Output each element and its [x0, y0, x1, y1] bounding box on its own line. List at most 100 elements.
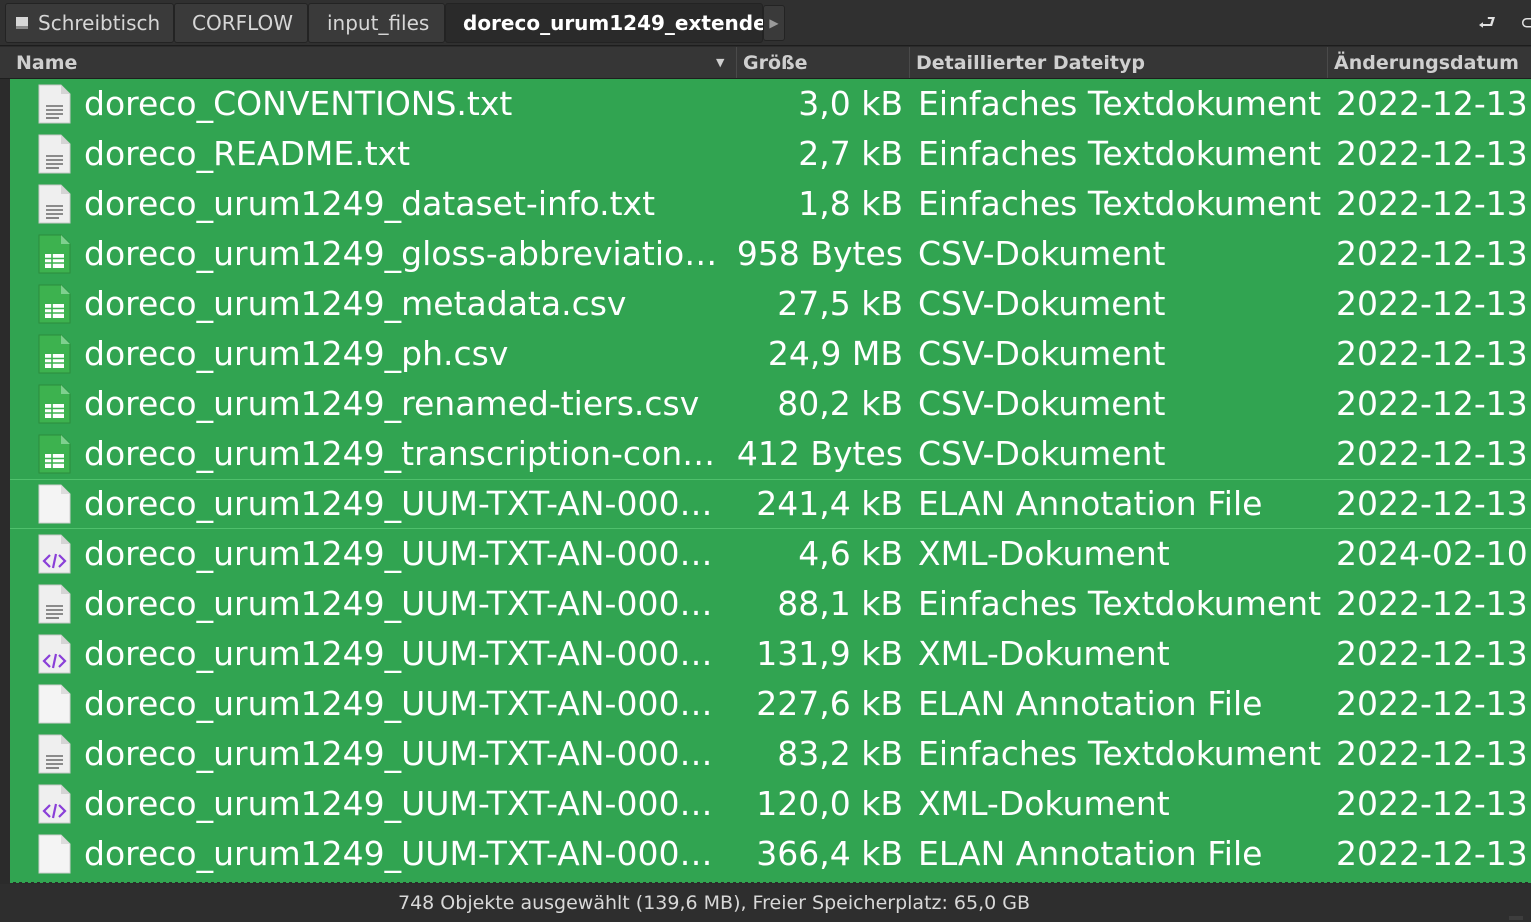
blank-file-icon	[38, 684, 71, 724]
file-type: CSV-Dokument	[918, 234, 1166, 273]
breadcrumb-schreibtisch[interactable]: Schreibtisch	[5, 3, 174, 43]
file-name: doreco_urum1249_UUM-TXT-AN-000…	[84, 684, 713, 723]
text-file-icon	[38, 184, 71, 224]
text-file-icon	[38, 84, 71, 124]
file-size: 412 Bytes	[736, 434, 903, 473]
file-type: CSV-Dokument	[918, 434, 1166, 473]
sort-descending-icon: ▼	[716, 56, 725, 69]
file-name: doreco_urum1249_ph.csv	[84, 334, 509, 373]
file-date: 2024-02-10	[1336, 534, 1528, 573]
file-date: 2022-12-13	[1336, 784, 1528, 823]
text-file-icon	[38, 584, 71, 624]
file-row[interactable]: doreco_urum1249_gloss-abbreviatio… 958 By…	[10, 229, 1531, 279]
file-type: CSV-Dokument	[918, 334, 1166, 373]
file-size: 2,7 kB	[798, 134, 903, 173]
breadcrumb-input-files[interactable]: input_files	[308, 3, 445, 43]
file-name: doreco_README.txt	[84, 134, 411, 173]
file-date: 2022-12-13	[1336, 584, 1528, 623]
file-size: 120,0 kB	[756, 784, 903, 823]
file-row[interactable]: doreco_urum1249_UUM-TXT-AN-000… 83,2 kB Ei…	[10, 729, 1531, 779]
column-header-type[interactable]: Detaillierter Dateityp	[910, 47, 1328, 78]
file-name: doreco_urum1249_UUM-TXT-AN-000…	[84, 784, 713, 823]
file-type: Einfaches Textdokument	[918, 134, 1322, 173]
file-name: doreco_urum1249_metadata.csv	[84, 284, 627, 323]
file-date: 2022-12-13	[1336, 434, 1528, 473]
file-name: doreco_urum1249_renamed-tiers.csv	[84, 384, 700, 423]
file-list[interactable]: doreco_CONVENTIONS.txt 3,0 kB Einfaches Te…	[10, 79, 1531, 882]
file-row[interactable]: doreco_README.txt 2,7 kB Einfaches Textdok…	[10, 129, 1531, 179]
csv-file-icon	[38, 384, 71, 424]
column-header-date[interactable]: Änderungsdatum	[1328, 47, 1531, 78]
blank-file-icon	[38, 484, 71, 524]
blank-file-icon	[38, 834, 71, 874]
file-row[interactable]: doreco_urum1249_UUM-TXT-AN-000… 120,0 kB X…	[10, 779, 1531, 829]
file-date: 2022-12-13	[1336, 484, 1528, 523]
csv-file-icon	[38, 234, 71, 274]
file-date: 2022-12-13	[1336, 684, 1528, 723]
file-date: 2022-12-13	[1336, 84, 1528, 123]
csv-file-icon	[38, 434, 71, 474]
file-date: 2022-12-13	[1336, 734, 1528, 773]
file-date: 2022-12-13	[1336, 134, 1528, 173]
file-name: doreco_urum1249_UUM-TXT-AN-000…	[84, 584, 713, 623]
file-type: Einfaches Textdokument	[918, 184, 1322, 223]
file-name: doreco_urum1249_UUM-TXT-AN-000…	[84, 734, 713, 773]
file-type: XML-Dokument	[918, 784, 1170, 823]
file-name: doreco_CONVENTIONS.txt	[84, 84, 513, 123]
file-date: 2022-12-13	[1336, 284, 1528, 323]
file-type: CSV-Dokument	[918, 284, 1166, 323]
redo-arrow-icon[interactable]: ⮐	[1478, 10, 1496, 34]
toolbar-overflow-icon[interactable]: ⊂	[1520, 10, 1531, 34]
breadcrumb-label: CORFLOW	[192, 11, 294, 35]
file-row[interactable]: doreco_urum1249_transcription-con… 412 By…	[10, 429, 1531, 479]
csv-file-icon	[38, 334, 71, 374]
file-name: doreco_urum1249_UUM-TXT-AN-000…	[84, 834, 713, 873]
chevron-right-icon[interactable]: ▶	[763, 5, 785, 41]
file-type: CSV-Dokument	[918, 384, 1166, 423]
file-type: ELAN Annotation File	[918, 484, 1263, 523]
column-header-size[interactable]: Größe	[737, 47, 910, 78]
file-row[interactable]: doreco_urum1249_UUM-TXT-AN-000… 4,6 kB XML…	[10, 529, 1531, 579]
column-header-name[interactable]: Name	[10, 47, 737, 78]
file-type: Einfaches Textdokument	[918, 84, 1322, 123]
file-size: 83,2 kB	[777, 734, 903, 773]
file-type: ELAN Annotation File	[918, 684, 1263, 723]
file-date: 2022-12-13	[1336, 334, 1528, 373]
path-bar: Schreibtisch CORFLOW input_files doreco_…	[0, 0, 1531, 46]
file-row[interactable]: doreco_urum1249_ph.csv 24,9 MB CSV-Dokumen…	[10, 329, 1531, 379]
file-row[interactable]: doreco_urum1249_metadata.csv 27,5 kB CSV-D…	[10, 279, 1531, 329]
file-size: 366,4 kB	[756, 834, 903, 873]
file-row[interactable]: doreco_urum1249_UUM-TXT-AN-000… 88,1 kB Ei…	[10, 579, 1531, 629]
file-name: doreco_urum1249_UUM-TXT-AN-000…	[84, 534, 713, 573]
file-name: doreco_urum1249_dataset-info.txt	[84, 184, 656, 223]
breadcrumb-label: input_files	[327, 11, 430, 35]
file-row[interactable]: doreco_urum1249_dataset-info.txt 1,8 kB Ei…	[10, 179, 1531, 229]
file-row[interactable]: doreco_urum1249_UUM-TXT-AN-000… 241,4 kB E…	[10, 479, 1531, 529]
text-file-icon	[38, 134, 71, 174]
file-type: Einfaches Textdokument	[918, 734, 1322, 773]
file-row[interactable]: doreco_urum1249_renamed-tiers.csv 80,2 kB…	[10, 379, 1531, 429]
file-size: 3,0 kB	[798, 84, 903, 123]
file-size: 241,4 kB	[756, 484, 903, 523]
file-row[interactable]: doreco_CONVENTIONS.txt 3,0 kB Einfaches Te…	[10, 79, 1531, 129]
breadcrumb-label: doreco_urum1249_extended	[463, 11, 781, 35]
file-row[interactable]: doreco_urum1249_UUM-TXT-AN-000… 366,4 kB E…	[10, 829, 1531, 879]
file-size: 24,9 MB	[767, 334, 903, 373]
status-text: 748 Objekte ausgewählt (139,6 MB), Freie…	[398, 892, 1031, 914]
drive-icon	[16, 17, 28, 29]
file-type: Einfaches Textdokument	[918, 584, 1322, 623]
file-name: doreco_urum1249_UUM-TXT-AN-000…	[84, 484, 713, 523]
file-type: XML-Dokument	[918, 634, 1170, 673]
file-date: 2022-12-13	[1336, 234, 1528, 273]
file-name: doreco_urum1249_UUM-TXT-AN-000…	[84, 634, 713, 673]
list-bottom-edge	[10, 881, 1531, 883]
breadcrumb-corflow[interactable]: CORFLOW	[174, 3, 308, 43]
file-row[interactable]: doreco_urum1249_UUM-TXT-AN-000… 227,6 kB E…	[10, 679, 1531, 729]
column-header: Name ▼ Größe Detaillierter Dateityp Ände…	[0, 47, 1531, 79]
file-row[interactable]: doreco_urum1249_UUM-TXT-AN-000… 131,9 kB X…	[10, 629, 1531, 679]
file-date: 2022-12-13	[1336, 184, 1528, 223]
resize-grip[interactable]	[1509, 916, 1523, 920]
file-date: 2022-12-13	[1336, 384, 1528, 423]
breadcrumb-current-folder[interactable]: doreco_urum1249_extended	[445, 3, 781, 43]
csv-file-icon	[38, 284, 71, 324]
